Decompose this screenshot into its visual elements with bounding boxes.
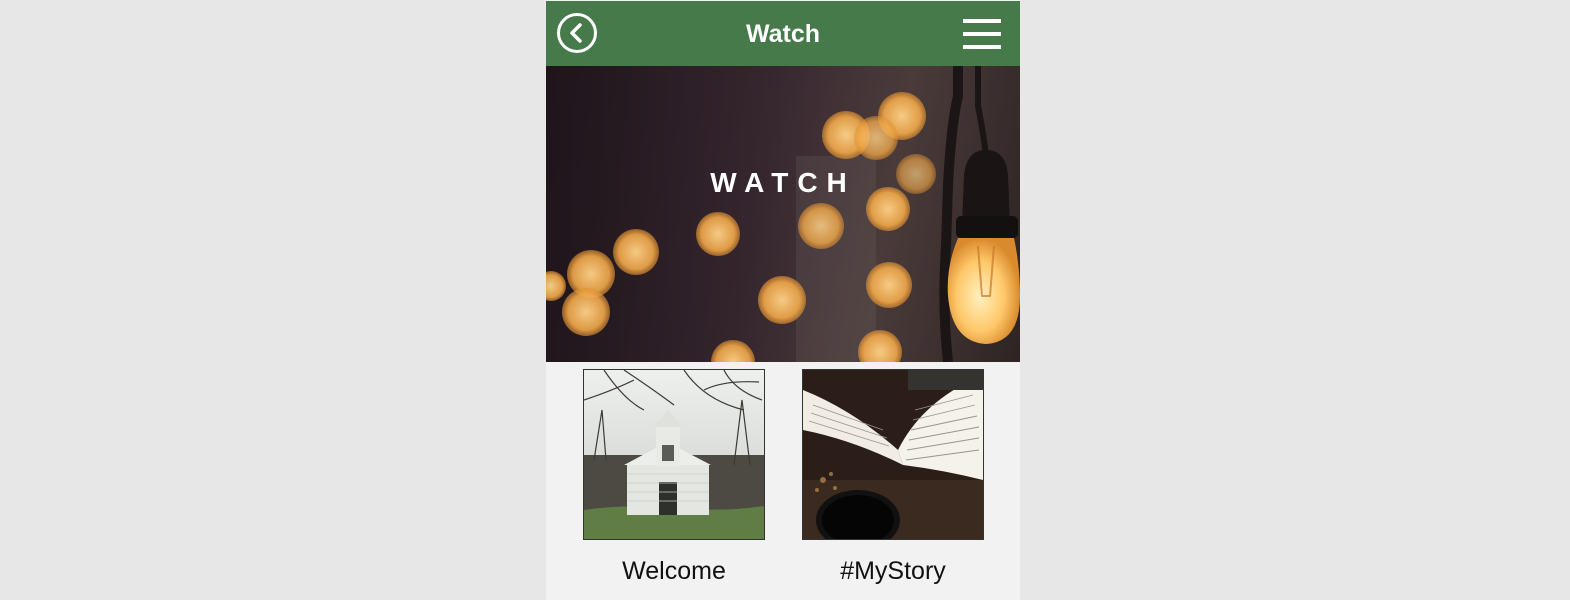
welcome-tile-label[interactable]: Welcome <box>583 557 765 586</box>
hero-banner[interactable]: WATCH <box>546 66 1020 362</box>
mystory-tile-label[interactable]: #MyStory <box>802 557 984 586</box>
bokeh-lightbulb-image <box>546 66 1020 362</box>
hero-title: WATCH <box>710 167 856 198</box>
app-screen: Watch WATCH Welcome #MyStory <box>546 0 1020 600</box>
app-header: Watch <box>546 1 1020 66</box>
mystory-tile-image[interactable] <box>802 369 984 540</box>
hamburger-menu-icon[interactable] <box>963 19 1001 50</box>
open-book-coffee-image <box>803 370 983 539</box>
welcome-tile-image[interactable] <box>583 369 765 540</box>
white-chapel-image <box>584 370 764 539</box>
page-title: Watch <box>745 20 821 48</box>
